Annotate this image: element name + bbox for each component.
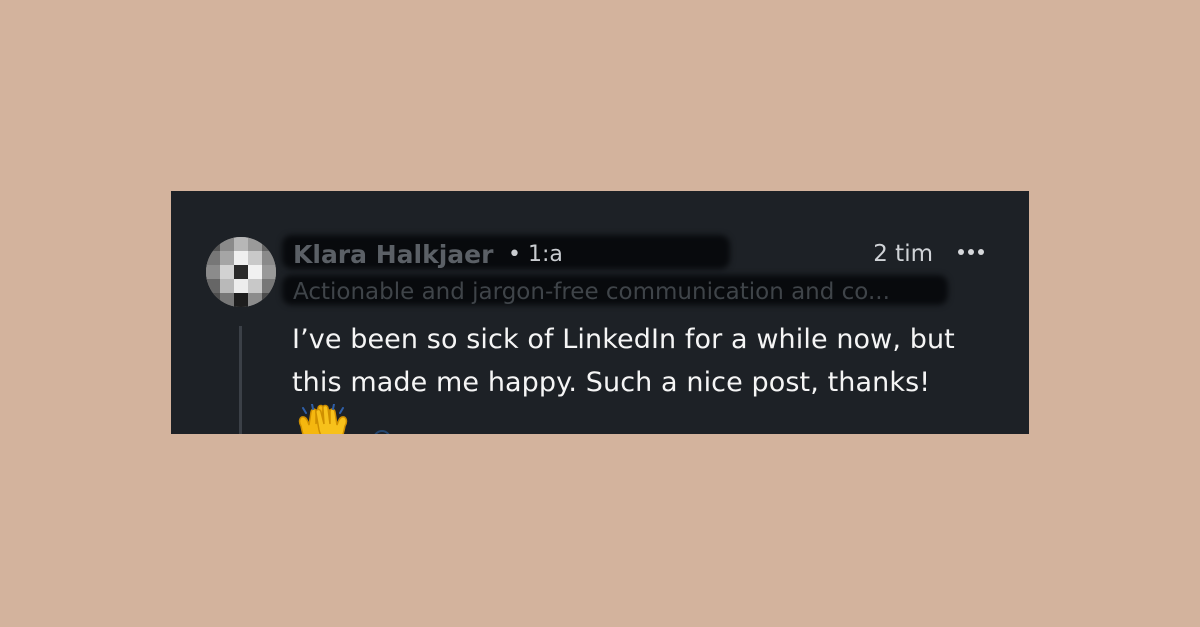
author-line: Klara Halkjaer • 1:a (282, 235, 732, 270)
comment-card: Klara Halkjaer • 1:a 2 tim Actionable an… (171, 191, 1029, 434)
more-options-icon (968, 249, 974, 255)
comment-time: 2 tim (873, 241, 933, 267)
author-name[interactable]: Klara Halkjaer (293, 239, 493, 271)
more-options-button[interactable] (956, 237, 986, 267)
connection-degree: • 1:a (508, 242, 563, 267)
raising-hands-emoji-icon (296, 403, 350, 434)
comment-thread-line (239, 326, 242, 434)
author-avatar[interactable] (206, 237, 276, 307)
comment-body: I’ve been so sick of LinkedIn for a whil… (292, 318, 992, 434)
linkedin-comment-screenshot: Klara Halkjaer • 1:a 2 tim Actionable an… (0, 0, 1200, 627)
more-options-icon (958, 249, 964, 255)
comment-text: I’ve been so sick of LinkedIn for a whil… (292, 324, 955, 398)
more-options-icon (978, 249, 984, 255)
author-headline: Actionable and jargon-free communication… (293, 279, 890, 305)
author-headline-line: Actionable and jargon-free communication… (282, 275, 952, 306)
